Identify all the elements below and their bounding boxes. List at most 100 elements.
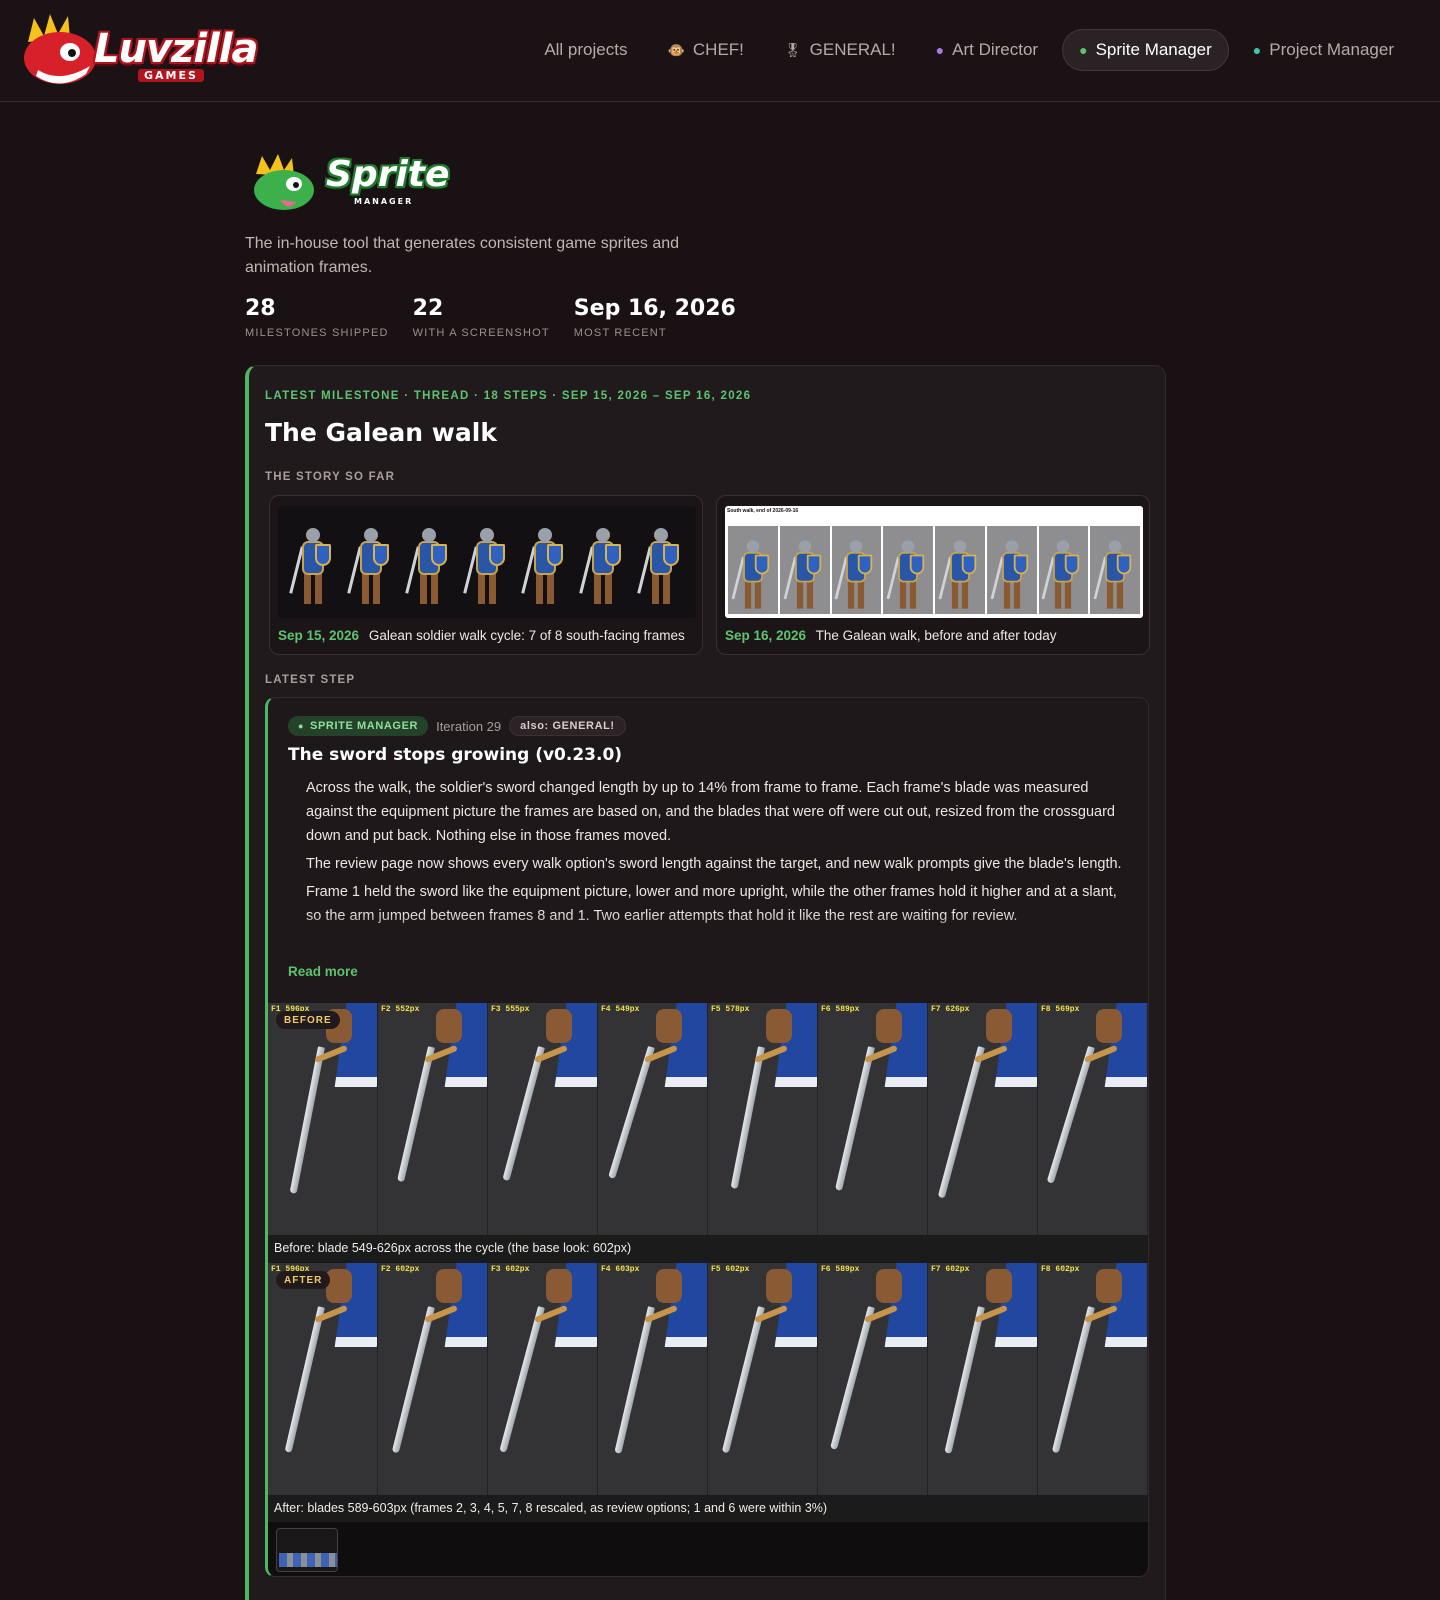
nav-label: Project Manager bbox=[1269, 40, 1394, 59]
stat-value: 28 bbox=[245, 296, 276, 321]
milestone-eyebrow: LATEST MILESTONE · THREAD · 18 STEPS · S… bbox=[265, 390, 752, 402]
story-item[interactable]: South walk, end of 2026-09-16 Sep 16, 20… bbox=[716, 495, 1150, 655]
step-bullet: The review page now shows every walk opt… bbox=[306, 852, 1132, 876]
sword-blade bbox=[937, 1046, 985, 1199]
frame-length-label: F8 569px bbox=[1041, 1005, 1080, 1014]
knight-head bbox=[654, 528, 668, 542]
art-director-mascot-icon: ● bbox=[935, 42, 945, 58]
knight-sprite bbox=[886, 540, 928, 614]
before-badge: BEFORE bbox=[276, 1011, 340, 1029]
knight-sprite bbox=[521, 528, 567, 610]
walk-frame bbox=[883, 526, 933, 614]
logo-sub: MANAGER bbox=[354, 197, 414, 206]
knight-sprite bbox=[637, 528, 683, 610]
knight-legs bbox=[900, 581, 917, 609]
nav-chef[interactable]: 🐵 CHEF! bbox=[651, 29, 759, 71]
sword-frame: F3 555px bbox=[488, 1003, 598, 1235]
knight-head bbox=[746, 540, 760, 553]
knight-shield bbox=[1013, 554, 1028, 575]
sword-blade bbox=[944, 1306, 985, 1454]
knight-sprite bbox=[1093, 540, 1135, 614]
sword-blade bbox=[614, 1306, 655, 1454]
hand bbox=[986, 1009, 1012, 1043]
sword-blade bbox=[1046, 1045, 1095, 1184]
nav-all-projects[interactable]: All projects bbox=[528, 29, 643, 71]
also-general-pill[interactable]: also: GENERAL! bbox=[509, 716, 626, 736]
sprite-manager-pill[interactable]: ● SPRITE MANAGER bbox=[288, 716, 429, 736]
walk-frame bbox=[1038, 526, 1089, 614]
sword-frame: F2 552px bbox=[378, 1003, 488, 1235]
knight-sprite bbox=[990, 540, 1032, 614]
knight-sprite bbox=[289, 528, 335, 610]
knight-shield bbox=[806, 554, 821, 575]
frame-length-label: F2 552px bbox=[381, 1005, 420, 1014]
brand-sub: GAMES bbox=[138, 69, 204, 82]
walk-frame bbox=[831, 526, 882, 614]
nav-project-manager[interactable]: ● Project Manager bbox=[1237, 29, 1410, 71]
story-text: Galean soldier walk cycle: 7 of 8 south-… bbox=[368, 628, 685, 643]
step-bullet: Across the walk, the soldier's sword cha… bbox=[306, 776, 1132, 848]
knight-sprite bbox=[938, 540, 980, 614]
knight-shield bbox=[1116, 554, 1132, 575]
read-more-link[interactable]: Read more bbox=[288, 964, 358, 979]
knight-legs bbox=[536, 574, 554, 604]
sword-blade bbox=[289, 1046, 325, 1194]
knight-head bbox=[953, 540, 967, 553]
nav-general[interactable]: 🎖 GENERAL! bbox=[768, 29, 912, 71]
knight-legs bbox=[652, 574, 670, 604]
knight-shield bbox=[663, 544, 679, 566]
luvzilla-logo[interactable]: Luvzilla GAMES bbox=[20, 12, 258, 90]
step-meta: ● SPRITE MANAGER Iteration 29 also: GENE… bbox=[288, 716, 626, 736]
knight-sprite bbox=[783, 540, 825, 614]
iteration-label: Iteration 29 bbox=[436, 718, 502, 734]
story-label: THE STORY SO FAR bbox=[265, 471, 396, 483]
step-title: The sword stops growing (v0.23.0) bbox=[288, 745, 623, 765]
sword-frame: F6 589px bbox=[818, 1003, 928, 1235]
walk-frame bbox=[935, 526, 985, 614]
knight-shield bbox=[1065, 554, 1080, 575]
frame-length-label: F3 555px bbox=[491, 1005, 530, 1014]
knight-head bbox=[480, 528, 494, 542]
knight-head bbox=[1005, 540, 1018, 553]
nav-sprite-manager[interactable]: ● Sprite Manager bbox=[1062, 29, 1229, 71]
knight-shield bbox=[605, 544, 621, 566]
sprite-manager-logo: Sprite MANAGER bbox=[250, 152, 450, 214]
story-text: The Galean walk, before and after today bbox=[815, 628, 1057, 643]
sprite-manager-mascot-icon: ● bbox=[1079, 42, 1088, 58]
hand bbox=[436, 1009, 462, 1043]
frame-length-label: F7 626px bbox=[931, 1005, 970, 1014]
hand bbox=[656, 1269, 682, 1303]
knight-shield bbox=[961, 554, 977, 575]
text-fade bbox=[288, 912, 1138, 948]
sword-frame: F3 602px bbox=[488, 1263, 598, 1495]
knight-sprite bbox=[1041, 540, 1084, 614]
sword-frame: F8 569px bbox=[1038, 1003, 1148, 1235]
pill-label: SPRITE MANAGER bbox=[310, 720, 419, 732]
knight-sprite bbox=[347, 528, 393, 610]
thumbnail[interactable] bbox=[276, 1528, 338, 1572]
knight-legs bbox=[1003, 581, 1020, 609]
hand bbox=[766, 1009, 792, 1043]
knight-shield bbox=[858, 554, 873, 575]
nav-label: Sprite Manager bbox=[1095, 40, 1212, 59]
story-date: Sep 15, 2026 bbox=[278, 628, 360, 643]
sword-frame: F5 578px bbox=[708, 1003, 818, 1235]
after-frames[interactable]: F1 596px F2 602px F3 602px F4 603px F5 602px… bbox=[268, 1263, 1148, 1495]
knight-legs bbox=[594, 574, 612, 604]
stat-label: MILESTONES SHIPPED bbox=[245, 327, 389, 339]
sword-blade bbox=[835, 1046, 875, 1192]
sprite-dino-mascot-icon bbox=[254, 154, 314, 210]
nav-art-director[interactable]: ● Art Director bbox=[920, 29, 1054, 71]
stat-value: Sep 16, 2026 bbox=[573, 296, 736, 321]
hand bbox=[986, 1269, 1012, 1303]
knight-head bbox=[538, 528, 552, 542]
sword-frame: F7 602px bbox=[928, 1263, 1038, 1495]
walk-cycle-screenshot bbox=[278, 506, 696, 618]
chef-mascot-icon: 🐵 bbox=[667, 41, 685, 58]
knight-shield bbox=[489, 544, 505, 566]
sword-frame: F1 596px bbox=[268, 1003, 378, 1235]
sword-blade bbox=[721, 1306, 765, 1454]
frame-length-label: F6 589px bbox=[821, 1005, 860, 1014]
story-item[interactable]: Sep 15, 2026 Galean soldier walk cycle: … bbox=[269, 495, 703, 655]
before-frames[interactable]: F1 596px F2 552px F3 555px F4 549px F5 578px… bbox=[268, 1003, 1148, 1235]
